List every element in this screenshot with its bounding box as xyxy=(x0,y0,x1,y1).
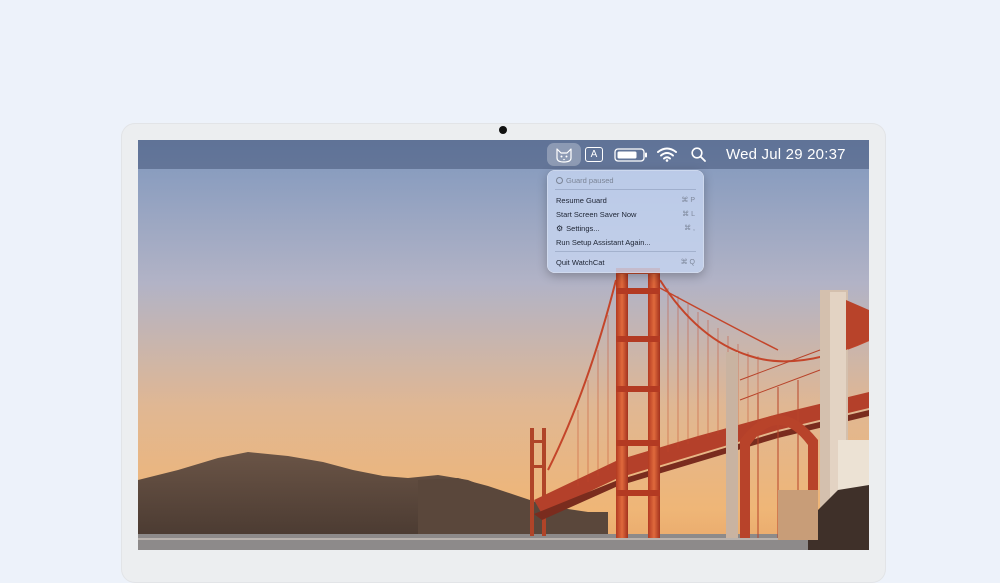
menu-item-label: Settings... xyxy=(566,223,600,233)
battery-icon xyxy=(614,147,647,162)
run-setup-assistant-item[interactable]: Run Setup Assistant Again... xyxy=(556,236,695,248)
menu-bar: A Wed Jul 29 20:37 xyxy=(138,140,869,169)
menubar-clock[interactable]: Wed Jul 29 20:37 xyxy=(726,140,856,169)
quit-watchcat-item[interactable]: Quit WatchCat ⌘ Q xyxy=(556,256,695,268)
guard-status-label: Guard paused xyxy=(566,175,614,185)
watchcat-menu-button[interactable] xyxy=(547,143,581,166)
start-screen-saver-item[interactable]: Start Screen Saver Now ⌘ L xyxy=(556,208,695,220)
wifi-status[interactable] xyxy=(656,140,678,169)
menu-item-shortcut: ⌘ , xyxy=(684,225,695,232)
menu-item-shortcut: ⌘ P xyxy=(681,197,695,204)
menu-separator xyxy=(555,251,696,252)
gear-icon: ⚙ xyxy=(556,223,564,233)
settings-item[interactable]: ⚙ Settings... ⌘ , xyxy=(556,222,695,234)
status-circle-icon xyxy=(556,176,563,184)
spotlight-search[interactable] xyxy=(688,140,708,169)
cat-icon xyxy=(556,147,572,163)
menu-item-label: Quit WatchCat xyxy=(556,257,605,267)
watchcat-dropdown-menu: Guard paused Resume Guard ⌘ P Start Scre… xyxy=(547,170,704,273)
battery-status[interactable] xyxy=(613,140,649,169)
screen: A Wed Jul 29 20:37 Guard paused Resume G… xyxy=(138,140,869,550)
wifi-icon xyxy=(657,147,677,162)
menu-item-shortcut: ⌘ L xyxy=(682,211,695,218)
camera xyxy=(499,126,507,134)
input-source-badge: A xyxy=(585,147,603,162)
search-icon xyxy=(690,147,706,162)
laptop-frame: A Wed Jul 29 20:37 Guard paused Resume G… xyxy=(121,123,886,583)
menu-item-label: Start Screen Saver Now xyxy=(556,209,637,219)
desktop-wallpaper xyxy=(138,140,869,550)
menu-item-label: Run Setup Assistant Again... xyxy=(556,237,651,247)
guard-status-row: Guard paused xyxy=(556,174,695,186)
menu-separator xyxy=(555,189,696,190)
menu-item-label: Resume Guard xyxy=(556,195,607,205)
resume-guard-item[interactable]: Resume Guard ⌘ P xyxy=(556,194,695,206)
input-source-menu[interactable]: A xyxy=(584,140,604,169)
menu-item-shortcut: ⌘ Q xyxy=(680,259,695,266)
